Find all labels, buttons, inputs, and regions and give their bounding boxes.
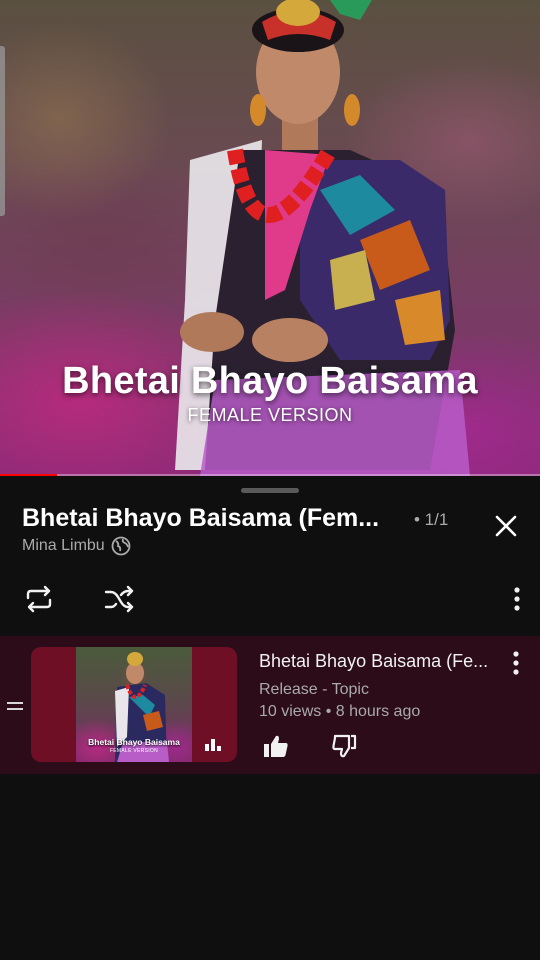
thumbs-up-icon <box>264 735 288 757</box>
playlist-owner: Mina Limbu <box>22 537 105 554</box>
progress-bar[interactable] <box>0 474 540 476</box>
video-overlay-title: Bhetai Bhayo Baisama <box>62 360 478 402</box>
drag-handle-bar[interactable] <box>241 488 299 493</box>
item-channel[interactable]: Release - Topic <box>259 681 369 699</box>
now-playing-icon <box>205 739 221 751</box>
playlist-title: Bhetai Bhayo Baisama (Fem... <box>22 504 380 532</box>
item-meta: 10 views • 8 hours ago <box>259 703 421 720</box>
owner-row: Mina Limbu <box>22 536 131 556</box>
more-vert-icon <box>514 587 520 611</box>
globe-icon <box>111 536 131 556</box>
item-title: Bhetai Bhayo Baisama (Fe... <box>259 651 489 671</box>
queue-position: • 1/1 <box>414 510 449 529</box>
dislike-button[interactable] <box>330 732 358 760</box>
reorder-handle-icon[interactable] <box>6 700 24 712</box>
close-button[interactable] <box>488 508 524 544</box>
repeat-button[interactable] <box>20 582 58 616</box>
progress-fill <box>0 474 57 476</box>
video-player[interactable]: Bhetai Bhayo Baisama FEMALE VERSION <box>0 0 540 476</box>
close-icon <box>495 515 517 537</box>
more-vert-icon <box>513 651 519 675</box>
thumbnail-subtitle: FEMALE VERSION <box>109 748 159 754</box>
item-thumbnail[interactable]: Bhetai Bhayo Baisama FEMALE VERSION <box>31 647 237 762</box>
thumbs-down-icon <box>332 734 357 758</box>
thumbnail-title: Bhetai Bhayo Baisama <box>88 737 180 747</box>
shuffle-icon <box>104 585 134 613</box>
item-more-button[interactable] <box>504 648 528 678</box>
repeat-icon <box>26 585 52 613</box>
playlist-more-button[interactable] <box>504 582 530 616</box>
queue-panel: Bhetai Bhayo Baisama (Fem... • 1/1 Mina … <box>0 478 540 960</box>
shuffle-button[interactable] <box>100 582 138 616</box>
video-overlay-subtitle: FEMALE VERSION <box>187 405 353 425</box>
like-button[interactable] <box>262 732 290 760</box>
